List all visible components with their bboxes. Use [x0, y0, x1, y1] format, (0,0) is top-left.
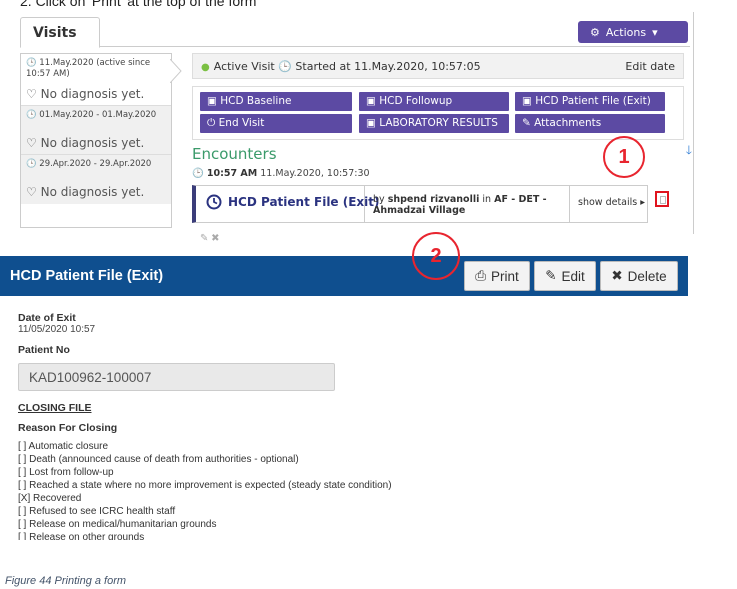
reason-option: [ ] Release on other grounds [18, 532, 145, 540]
reason-option: [ ] Automatic closure [18, 441, 109, 452]
actions-button[interactable]: ⚙ Actions ▾ [578, 21, 688, 43]
reason-option: [ ] Refused to see ICRC health staff [18, 506, 176, 517]
form-view-header: HCD Patient File (Exit) ⎙ Print ✎ Edit ✖ De… [0, 256, 688, 296]
reason-label: Reason For Closing [18, 422, 118, 434]
visits-panel: Visits ⚙ Actions ▾ 🕒 11.May.2020 (active… [6, 12, 694, 244]
clock-icon: 🕒 [192, 168, 204, 179]
callout-1: 1 [603, 136, 645, 178]
show-details-link[interactable]: show details ▸ [569, 186, 647, 222]
encounter-provider: by shpend rizvanolli in AF - DET - Ahmad… [364, 186, 574, 222]
reason-option: [X] Recovered [18, 493, 82, 504]
form-view-title: HCD Patient File (Exit) [10, 268, 164, 284]
reason-option: [ ] Release on medical/humanitarian grou… [18, 519, 217, 530]
form-view-body: Date of Exit 11/05/2020 10:57 Patient No… [18, 312, 658, 540]
visit-date: 29.Apr.2020 - 29.Apr.2020 [39, 159, 152, 169]
visit-item[interactable]: 🕒 01.May.2020 - 01.May.2020 ♡ No diagnos… [21, 106, 171, 155]
stethoscope-icon: ♡ [26, 87, 37, 101]
print-form-icon[interactable] [655, 191, 669, 207]
delete-button[interactable]: ✖ Delete [600, 261, 678, 291]
visit-date: 11.May.2020 (active since 10:57 AM) [26, 58, 151, 79]
encounter-user: shpend rizvanolli [387, 194, 480, 205]
encounters-title: Encounters [192, 145, 277, 163]
stethoscope-icon: ♡ [26, 185, 37, 199]
clock-icon [206, 194, 222, 210]
patient-no-label: Patient No [18, 344, 70, 356]
visit-item[interactable]: 🕒 11.May.2020 (active since 10:57 AM) ♡ … [21, 54, 171, 106]
encounter-form: HCD Patient File (Exit) [206, 194, 380, 210]
selected-arrow-icon [170, 59, 182, 83]
visit-date: 01.May.2020 - 01.May.2020 [39, 110, 157, 120]
gear-icon: ⚙ [590, 25, 600, 39]
active-dot-icon: ● [201, 62, 210, 73]
pencil-icon: ✎ [545, 268, 557, 283]
delete-icon[interactable]: ✖ [211, 233, 219, 244]
attachments-button[interactable]: ✎ Attachments [515, 114, 665, 133]
encounter-time: 🕒 10:57 AM 11.May.2020, 10:57:30 [192, 168, 370, 179]
clock-icon: 🕒 [26, 110, 37, 120]
callout-2: 2 [412, 232, 460, 280]
tab-visits[interactable]: Visits [20, 17, 100, 48]
active-visit-label: Active Visit [213, 60, 275, 73]
clock-icon: 🕒 [278, 60, 296, 73]
reason-option: [ ] Death (announced cause of death from… [18, 454, 299, 465]
reason-option: [ ] Reached a state where no more improv… [18, 480, 392, 491]
active-visit-bar: ● Active Visit 🕒 Started at 11.May.2020, … [192, 53, 684, 79]
form-button-hcd-patient-file-exit[interactable]: ▣ HCD Patient File (Exit) [515, 92, 665, 111]
visits-tabbar: Visits ⚙ Actions ▾ [20, 17, 690, 48]
stethoscope-icon: ♡ [26, 136, 37, 150]
clock-icon: 🕒 [26, 58, 37, 68]
arrow-down-icon[interactable]: 🡓 [686, 141, 692, 162]
actions-label: Actions [605, 25, 647, 39]
visit-diagnosis: No diagnosis yet. [40, 136, 145, 150]
file-icon: ▣ [366, 117, 376, 129]
printer-icon: ⎙ [475, 268, 487, 283]
power-icon: ⏻ [207, 117, 216, 129]
paperclip-icon: ✎ [522, 117, 531, 129]
print-button[interactable]: ⎙ Print [464, 261, 530, 291]
form-button-hcd-followup[interactable]: ▣ HCD Followup [359, 92, 509, 111]
reason-option: [ ] Lost from follow-up [18, 467, 114, 478]
form-button-hcd-baseline[interactable]: ▣ HCD Baseline [200, 92, 352, 111]
visit-item[interactable]: 🕒 29.Apr.2020 - 29.Apr.2020 ♡ No diagnos… [21, 155, 171, 204]
instruction-text: 2. Click on 'Print' at the top of the fo… [20, 0, 257, 9]
encounter-row[interactable]: HCD Patient File (Exit) by shpend rizvan… [192, 185, 648, 223]
encounter-form-name: HCD Patient File (Exit) [228, 195, 380, 209]
visit-diagnosis: No diagnosis yet. [40, 87, 145, 101]
date-of-exit-value: 11/05/2020 10:57 [18, 324, 96, 335]
date-of-exit-label: Date of Exit [18, 312, 76, 324]
edit-button[interactable]: ✎ Edit [534, 261, 596, 291]
end-visit-button[interactable]: ⏻ End Visit [200, 114, 352, 133]
edit-date-link[interactable]: Edit date [625, 60, 675, 73]
figure-caption: Figure 44 Printing a form [5, 575, 127, 587]
pencil-icon[interactable]: ✎ [200, 233, 208, 244]
patient-no-field: KAD100962-100007 [18, 363, 335, 391]
caret-down-icon: ▾ [652, 25, 658, 39]
close-icon: ✖ [611, 268, 623, 283]
clock-icon: 🕒 [26, 159, 37, 169]
visit-list: 🕒 11.May.2020 (active since 10:57 AM) ♡ … [20, 53, 172, 228]
file-icon: ▣ [366, 95, 376, 107]
visit-diagnosis: No diagnosis yet. [40, 185, 145, 199]
closing-file-heading: CLOSING FILE [18, 402, 92, 414]
file-icon: ▣ [522, 95, 532, 107]
started-at: Started at 11.May.2020, 10:57:05 [295, 60, 481, 73]
form-button-laboratory-results[interactable]: ▣ LABORATORY RESULTS [359, 114, 509, 133]
form-buttons: ▣ HCD Baseline ▣ HCD Followup ▣ HCD Pati… [192, 86, 684, 140]
file-icon: ▣ [207, 95, 217, 107]
